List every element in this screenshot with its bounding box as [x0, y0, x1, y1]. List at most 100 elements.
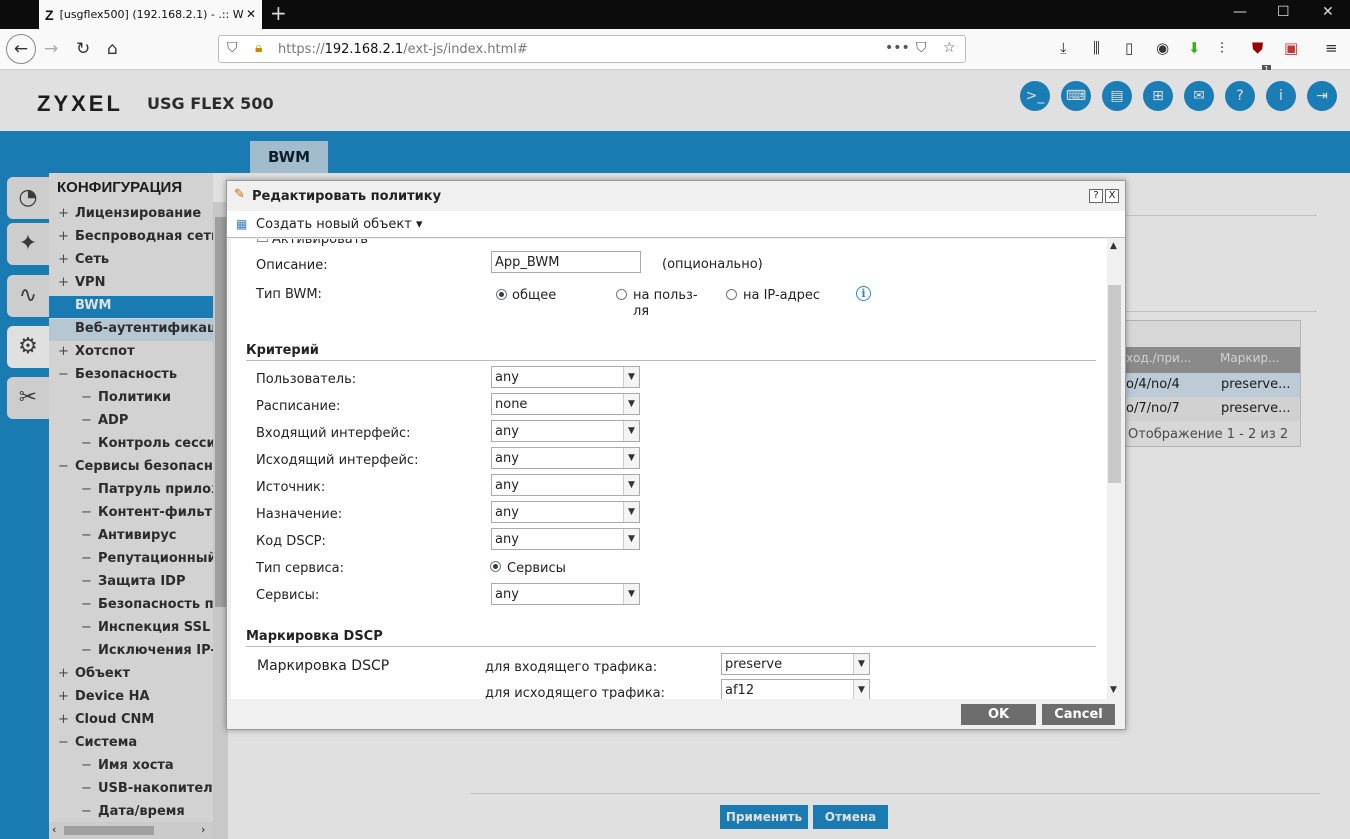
url-bar[interactable]: ⛉ 🔒︎ https://192.168.2.1/ext-js/index.ht… — [218, 35, 966, 63]
forward-icon[interactable]: → — [44, 39, 58, 59]
url-host: 192.168.2.1 — [324, 42, 404, 57]
url-prefix: https:// — [278, 42, 325, 57]
downloads-icon[interactable]: ⤓ — [1060, 39, 1067, 57]
description-value: App_BWM — [495, 255, 560, 270]
minimize-icon[interactable]: — — [1233, 4, 1247, 20]
chevron-down-icon[interactable]: ▼ — [853, 654, 869, 674]
close-tab-icon[interactable]: ✕ — [246, 7, 256, 21]
create-new-object-menu[interactable]: Создать новый объект ▾ — [256, 217, 422, 232]
bwm-type-per-user-label-2: ля — [633, 304, 650, 319]
description-input[interactable]: App_BWM — [491, 251, 641, 273]
edit-icon: ✎ — [234, 187, 245, 202]
criteria-select[interactable]: any ▼ — [491, 474, 640, 496]
shield-icon[interactable]: ⛉ — [227, 40, 238, 56]
dialog-help-button[interactable]: ? — [1089, 189, 1103, 203]
criteria-label: Код DSCP: — [256, 534, 326, 549]
scroll-up-icon[interactable]: ▲ — [1110, 241, 1117, 251]
url-path: /ext-js/index.html# — [403, 42, 528, 57]
criteria-section-title: Критерий — [246, 343, 319, 358]
library-icon[interactable]: ⫼ — [1093, 39, 1100, 57]
criteria-value: any — [495, 370, 519, 385]
new-tab-icon[interactable]: + — [270, 3, 287, 23]
cancel-button[interactable]: Cancel — [1042, 704, 1115, 725]
criteria-select[interactable]: any ▼ — [491, 366, 640, 388]
activate-label: Активировать — [272, 239, 368, 247]
criteria-value: any — [495, 505, 519, 520]
criteria-value: any — [495, 451, 519, 466]
dscp-outbound-value: af12 — [725, 683, 755, 698]
chevron-down-icon[interactable]: ▼ — [623, 367, 639, 387]
new-object-icon: ▦ — [236, 217, 248, 231]
extension2-icon[interactable]: ▣ — [1284, 39, 1298, 57]
chevron-down-icon[interactable]: ▼ — [623, 584, 639, 604]
screen: Z [usgflex500] (192.168.2.1) - .:: W ✕ +… — [0, 0, 1350, 839]
maximize-icon[interactable]: ☐ — [1277, 4, 1290, 20]
ublock-icon[interactable]: ⛊ — [1252, 39, 1263, 57]
criteria-select[interactable]: none ▼ — [491, 393, 640, 415]
dialog-title: Редактировать политику — [252, 189, 442, 204]
lock-warning-icon[interactable]: 🔒︎ — [255, 40, 262, 56]
dialog-titlebar: ✎ Редактировать политику ? X — [227, 181, 1125, 211]
chevron-down-icon[interactable]: ▼ — [623, 529, 639, 549]
account-icon[interactable]: ◉ — [1156, 39, 1169, 57]
dscp-outbound-select[interactable]: af12 ▼ — [721, 679, 870, 699]
criteria-value: any — [495, 424, 519, 439]
zyxel-favicon-icon: Z — [45, 6, 54, 23]
criteria-select[interactable]: any ▼ — [491, 528, 640, 550]
services-select[interactable]: any ▼ — [491, 583, 640, 605]
bwm-type-per-user-radio[interactable] — [616, 289, 627, 300]
dialog-scroll-thumb[interactable] — [1108, 285, 1121, 483]
browser-tab[interactable]: Z [usgflex500] (192.168.2.1) - .:: W ✕ — [39, 0, 262, 29]
dscp-marking-label: Маркировка DSCP — [257, 658, 390, 674]
page-actions-icon[interactable]: ••• — [885, 40, 910, 56]
dialog-scrollbar[interactable]: ▲ ▼ — [1107, 239, 1122, 699]
service-type-services-radio[interactable] — [490, 561, 501, 572]
section-divider — [246, 646, 1096, 647]
services-label: Сервисы: — [256, 588, 320, 603]
criteria-value: any — [495, 478, 519, 493]
reload-icon[interactable]: ↻ — [76, 39, 90, 59]
scroll-down-icon[interactable]: ▼ — [1110, 685, 1117, 695]
chevron-down-icon[interactable]: ▼ — [623, 421, 639, 441]
criteria-label: Назначение: — [256, 507, 343, 522]
chevron-down-icon[interactable]: ▼ — [623, 475, 639, 495]
bwm-type-per-ip-radio[interactable] — [726, 289, 737, 300]
bookmark-star-icon[interactable]: ☆ — [943, 40, 956, 56]
pocket-icon[interactable]: ⛉ — [916, 40, 927, 56]
criteria-select[interactable]: any ▼ — [491, 447, 640, 469]
info-icon[interactable]: i — [856, 286, 871, 301]
chevron-down-icon[interactable]: ▼ — [623, 502, 639, 522]
criteria-select[interactable]: any ▼ — [491, 501, 640, 523]
activate-checkbox[interactable] — [257, 239, 268, 242]
bwm-type-shared-label: общее — [512, 288, 557, 303]
extension-icon[interactable]: ⫶ — [1220, 39, 1224, 57]
criteria-value: none — [495, 397, 528, 412]
menu-icon[interactable]: ≡ — [1325, 39, 1338, 57]
edit-policy-dialog: ✎ Редактировать политику ? X ▦ Создать н… — [226, 180, 1126, 730]
dscp-inbound-select[interactable]: preserve ▼ — [721, 653, 870, 675]
optional-hint: (опционально) — [662, 257, 763, 272]
download-helper-icon[interactable]: ⬇ — [1188, 39, 1201, 57]
create-new-object-label: Создать новый объект — [256, 217, 412, 232]
criteria-label: Исходящий интерфейс: — [256, 453, 419, 468]
chevron-down-icon[interactable]: ▼ — [623, 448, 639, 468]
close-window-icon[interactable]: ✕ — [1322, 4, 1334, 20]
chevron-down-icon[interactable]: ▼ — [623, 394, 639, 414]
dscp-inbound-value: preserve — [725, 657, 783, 672]
section-divider — [246, 360, 1096, 361]
criteria-select[interactable]: any ▼ — [491, 420, 640, 442]
dscp-outbound-label: для исходящего трафика: — [485, 686, 666, 699]
criteria-value: any — [495, 532, 519, 547]
back-icon[interactable]: ← — [6, 34, 36, 64]
ok-button[interactable]: OK — [961, 704, 1036, 725]
service-type-services-label: Сервисы — [507, 561, 566, 576]
criteria-label: Расписание: — [256, 399, 341, 414]
bwm-type-shared-radio[interactable] — [496, 289, 507, 300]
sidebar-toggle-icon[interactable]: ▯ — [1125, 39, 1133, 57]
home-icon[interactable]: ⌂ — [107, 39, 118, 59]
url-text: https://192.168.2.1/ext-js/index.html# — [278, 42, 528, 57]
dialog-close-button[interactable]: X — [1105, 189, 1119, 203]
bwm-type-label: Тип BWM: — [256, 287, 322, 302]
browser-tab-title: [usgflex500] (192.168.2.1) - .:: W — [59, 8, 244, 21]
chevron-down-icon[interactable]: ▼ — [853, 680, 869, 699]
